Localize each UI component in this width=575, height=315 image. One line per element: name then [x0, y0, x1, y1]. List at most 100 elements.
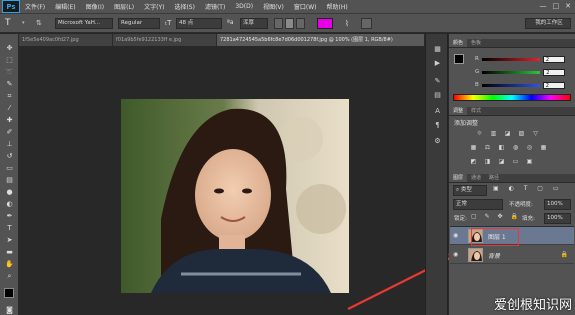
tab-color[interactable]: 颜色 — [449, 39, 468, 47]
font-family-select[interactable]: Microsoft YaH... — [55, 18, 113, 29]
visibility-eye-icon[interactable]: ◉ — [453, 251, 460, 258]
color-lookup-adjust-icon[interactable]: ▦ — [539, 144, 548, 152]
tab-layers[interactable]: 图层 — [449, 174, 468, 182]
brush-panel-icon[interactable]: ▤ — [432, 90, 443, 100]
menu-3d[interactable]: 3D(D) — [230, 3, 258, 10]
exposure-adjust-icon[interactable]: ▨ — [517, 130, 526, 138]
blend-mode-select[interactable]: 正常 — [453, 199, 503, 210]
move-tool-icon[interactable]: ✥ — [4, 44, 15, 53]
layer-filter-select[interactable]: ⌕ 类型 — [453, 185, 487, 196]
eyedropper-tool-icon[interactable]: ⁄ — [4, 104, 15, 113]
type-tool-preset[interactable]: T — [5, 17, 19, 29]
red-value[interactable]: 2 — [542, 55, 565, 63]
photo-filter-adjust-icon[interactable]: ◍ — [511, 144, 520, 152]
posterize-adjust-icon[interactable]: ◨ — [483, 158, 492, 166]
fill-input[interactable]: 100% — [544, 213, 571, 224]
menu-filter[interactable]: 滤镜(T) — [200, 2, 230, 11]
hue-saturation-adjust-icon[interactable]: ▦ — [469, 144, 478, 152]
shape-tool-icon[interactable]: ▬ — [4, 248, 15, 257]
lasso-tool-icon[interactable]: ➰ — [4, 68, 15, 77]
brightness-adjust-icon[interactable]: ☼ — [475, 130, 484, 138]
document-tab[interactable]: f01a9b5fe9122133ff e.jpg — [113, 34, 217, 46]
dodge-tool-icon[interactable]: ◐ — [4, 200, 15, 209]
menu-file[interactable]: 文件(F) — [20, 2, 50, 11]
levels-adjust-icon[interactable]: ▥ — [489, 130, 498, 138]
tool-presets-icon[interactable]: ⚙ — [432, 136, 443, 146]
menu-select[interactable]: 选择(S) — [169, 2, 200, 11]
gradient-map-adjust-icon[interactable]: ▭ — [511, 158, 520, 166]
align-center-button[interactable] — [285, 18, 294, 29]
brush-tool-icon[interactable]: ✐ — [4, 128, 15, 137]
character-panel-button[interactable] — [361, 18, 372, 29]
warp-text-icon[interactable]: ⌇ — [345, 18, 356, 29]
blue-slider[interactable] — [481, 83, 540, 87]
tab-paths[interactable]: 路径 — [485, 174, 503, 182]
type-tool-icon[interactable]: T — [4, 224, 15, 233]
color-spectrum-bar[interactable] — [453, 94, 571, 101]
font-size-select[interactable]: 48 点 — [176, 18, 222, 29]
path-selection-tool-icon[interactable]: ➤ — [4, 236, 15, 245]
tab-styles[interactable]: 样式 — [467, 107, 485, 115]
opacity-input[interactable]: 100% — [544, 199, 571, 210]
blur-tool-icon[interactable]: ● — [4, 188, 15, 197]
marquee-tool-icon[interactable]: ⬚ — [4, 56, 15, 65]
crop-tool-icon[interactable]: ⌗ — [4, 92, 15, 101]
foreground-color-swatch[interactable] — [4, 288, 14, 298]
menu-view[interactable]: 视图(V) — [258, 2, 289, 11]
canvas-photo[interactable] — [121, 99, 349, 293]
healing-brush-tool-icon[interactable]: ✚ — [4, 116, 15, 125]
pen-tool-icon[interactable]: ✒ — [4, 212, 15, 221]
visibility-eye-icon[interactable]: ◉ — [453, 232, 460, 239]
quick-mask-icon[interactable]: ◙ — [4, 306, 15, 315]
menu-type[interactable]: 文字(Y) — [139, 2, 169, 11]
tab-adjustments[interactable]: 调整 — [449, 107, 468, 115]
menu-image[interactable]: 图像(I) — [81, 2, 109, 11]
green-value[interactable]: 2 — [543, 68, 566, 76]
tab-swatches[interactable]: 色板 — [467, 39, 485, 47]
antialias-select[interactable]: 浑厚 — [240, 18, 268, 29]
maximize-button[interactable]: □ — [553, 2, 560, 10]
history-panel-icon[interactable]: ▦ — [432, 44, 443, 54]
invert-adjust-icon[interactable]: ◩ — [469, 158, 478, 166]
character-panel-icon[interactable]: A — [432, 106, 443, 116]
close-button[interactable]: ✕ — [565, 2, 571, 10]
align-right-button[interactable] — [296, 18, 305, 29]
layer-filter-icons[interactable]: ▣ ◐ T ▢ ▭ — [493, 185, 563, 192]
selective-color-adjust-icon[interactable]: ▣ — [525, 158, 534, 166]
align-left-button[interactable] — [274, 18, 283, 29]
history-brush-tool-icon[interactable]: ↺ — [4, 152, 15, 161]
paragraph-panel-icon[interactable]: ¶ — [432, 120, 443, 130]
threshold-adjust-icon[interactable]: ◪ — [497, 158, 506, 166]
black-white-adjust-icon[interactable]: ◧ — [497, 144, 506, 152]
fg-color-chip[interactable] — [454, 54, 464, 64]
text-orientation-icon[interactable]: ⇅ — [36, 19, 44, 28]
red-slider[interactable] — [481, 57, 540, 61]
tab-channels[interactable]: 通道 — [467, 174, 485, 182]
menu-layer[interactable]: 图层(L) — [109, 2, 139, 11]
zoom-tool-icon[interactable]: ⌕ — [4, 272, 15, 281]
properties-panel-icon[interactable]: ✎ — [432, 76, 443, 86]
text-color-swatch[interactable] — [317, 18, 333, 29]
layer-row-background[interactable]: ◉ 背景 🔒 — [450, 246, 574, 264]
font-style-select[interactable]: Regular — [118, 18, 160, 29]
hand-tool-icon[interactable]: ✋ — [4, 260, 15, 269]
blue-value[interactable]: 2 — [542, 81, 565, 89]
menu-window[interactable]: 窗口(W) — [289, 2, 322, 11]
green-slider[interactable] — [482, 70, 541, 74]
chevron-down-icon[interactable]: ▾ — [22, 20, 27, 26]
quick-select-tool-icon[interactable]: ✎ — [4, 80, 15, 89]
minimize-button[interactable]: — — [540, 2, 547, 10]
document-tab-active[interactable]: 7281a4724545a5b6fc8e7d06d001278f.jpg @ 1… — [217, 34, 425, 46]
menu-help[interactable]: 帮助(H) — [322, 2, 353, 11]
clone-stamp-tool-icon[interactable]: ⊥ — [4, 140, 15, 149]
color-balance-adjust-icon[interactable]: ⚖ — [483, 144, 492, 152]
menu-edit[interactable]: 编辑(E) — [50, 2, 80, 11]
vibrance-adjust-icon[interactable]: ▽ — [531, 130, 540, 138]
lock-icons[interactable]: ▢ ✎ ✥ 🔒 — [471, 213, 521, 220]
document-tab[interactable]: 1f5e5e409ac0fd27.jpg — [19, 34, 113, 46]
actions-panel-icon[interactable]: ▶ — [432, 58, 443, 68]
gradient-tool-icon[interactable]: ▤ — [4, 176, 15, 185]
curves-adjust-icon[interactable]: ◪ — [503, 130, 512, 138]
workspace-select[interactable]: 我的工作区 — [525, 18, 571, 29]
channel-mixer-adjust-icon[interactable]: ◎ — [525, 144, 534, 152]
